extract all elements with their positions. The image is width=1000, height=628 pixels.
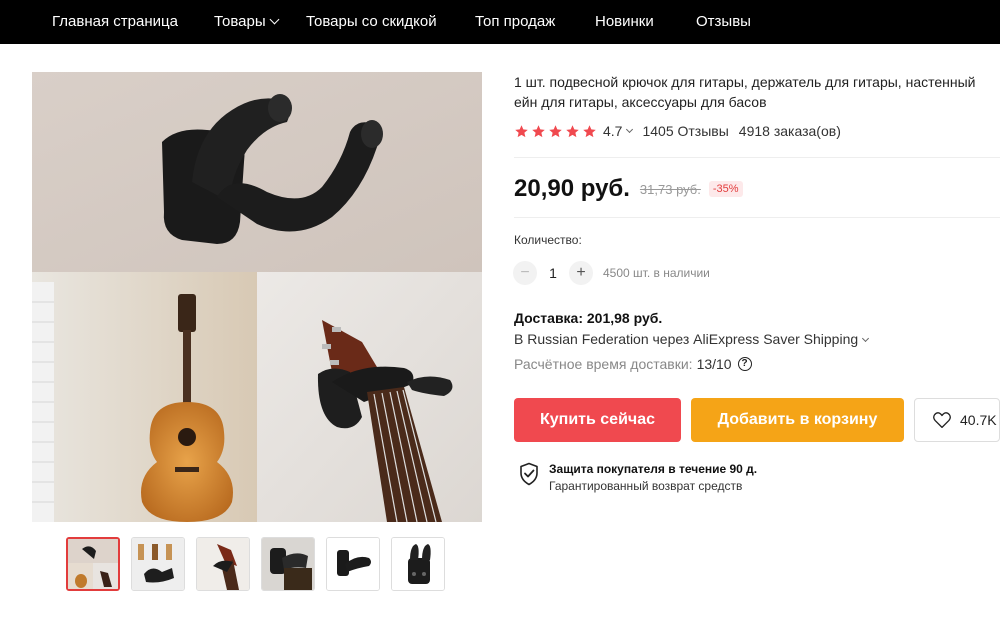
thumbnail-5[interactable] bbox=[326, 537, 380, 591]
orders-count: 4918 заказа(ов) bbox=[738, 123, 841, 139]
star-icon bbox=[532, 124, 545, 137]
delivery-cost: Доставка: 201,98 руб. bbox=[514, 310, 663, 326]
delivery-time-value: 13/10 bbox=[696, 356, 732, 372]
thumbnail-3[interactable] bbox=[196, 537, 250, 591]
thumbnail-1[interactable] bbox=[66, 537, 120, 591]
chevron-down-icon bbox=[862, 334, 870, 343]
delivery-method[interactable]: В Russian Federation через AliExpress Sa… bbox=[514, 331, 870, 347]
nav-discounted[interactable]: Товары со скидкой bbox=[306, 0, 437, 44]
buyer-protection-text: Защита покупателя в течение 90 д. Гарант… bbox=[549, 462, 757, 493]
reviews-count[interactable]: 1405 Отзывы bbox=[642, 123, 728, 139]
product-main-image[interactable] bbox=[32, 72, 482, 522]
help-icon[interactable]: ? bbox=[737, 357, 752, 371]
nav-products-label: Товары bbox=[214, 13, 266, 30]
top-navigation: Главная страница Товары Товары со скидко… bbox=[0, 0, 1000, 44]
quantity-decrease-button[interactable]: − bbox=[513, 261, 537, 285]
buy-now-button[interactable]: Купить сейчас bbox=[514, 398, 681, 442]
quantity-stepper: − 1 + 4500 шт. в наличии bbox=[513, 261, 710, 285]
delivery-method-label: В Russian Federation через AliExpress Sa… bbox=[514, 331, 859, 347]
shield-check-icon bbox=[520, 462, 538, 486]
delivery-time: Расчётное время доставки: 13/10 ? bbox=[514, 356, 752, 372]
heart-icon bbox=[933, 412, 951, 429]
thumbnail-4[interactable] bbox=[261, 537, 315, 591]
thumbnail-image bbox=[262, 538, 314, 590]
buyer-protection-title: Защита покупателя в течение 90 д. bbox=[549, 462, 758, 476]
thumbnail-image bbox=[392, 538, 444, 590]
star-icon bbox=[566, 124, 579, 137]
thumbnail-image bbox=[327, 538, 379, 590]
stock-info: 4500 шт. в наличии bbox=[603, 266, 710, 280]
old-price: 31,73 руб. bbox=[639, 181, 701, 197]
chevron-down-icon bbox=[269, 14, 280, 25]
add-to-cart-button[interactable]: Добавить в корзину bbox=[691, 398, 904, 442]
nav-reviews[interactable]: Отзывы bbox=[696, 0, 751, 44]
divider bbox=[514, 217, 1000, 218]
nav-top-sales[interactable]: Топ продаж bbox=[475, 0, 555, 44]
current-price: 20,90 руб. bbox=[514, 175, 630, 202]
thumbnail-image bbox=[197, 538, 249, 590]
star-icon bbox=[515, 124, 528, 137]
guitar-hanger-photo bbox=[32, 72, 482, 522]
nav-new[interactable]: Новинки bbox=[595, 0, 654, 44]
rating-value[interactable]: 4.7 bbox=[603, 123, 622, 139]
nav-home[interactable]: Главная страница bbox=[52, 0, 178, 44]
divider bbox=[514, 157, 1000, 158]
wishlist-count: 40.7K bbox=[960, 412, 997, 428]
thumbnail-image bbox=[132, 538, 184, 590]
rating-row: 4.7 1405 Отзывы 4918 заказа(ов) bbox=[514, 121, 841, 141]
product-title: 1 шт. подвесной крючок для гитары, держа… bbox=[514, 74, 976, 110]
thumbnail-image bbox=[68, 539, 118, 589]
quantity-increase-button[interactable]: + bbox=[569, 261, 593, 285]
quantity-value[interactable]: 1 bbox=[537, 265, 569, 281]
thumbnail-6[interactable] bbox=[391, 537, 445, 591]
buyer-protection: Защита покупателя в течение 90 д. Гарант… bbox=[519, 462, 757, 493]
quantity-label: Количество: bbox=[514, 233, 582, 247]
thumbnail-2[interactable] bbox=[131, 537, 185, 591]
price-row: 20,90 руб. 31,73 руб. -35% bbox=[514, 172, 743, 206]
nav-products[interactable]: Товары bbox=[214, 0, 280, 44]
delivery-time-label: Расчётное время доставки: bbox=[514, 356, 693, 372]
chevron-down-icon[interactable] bbox=[626, 125, 634, 134]
thumbnail-strip bbox=[66, 537, 445, 591]
buyer-protection-subtitle: Гарантированный возврат средств bbox=[549, 479, 743, 493]
star-icon bbox=[583, 124, 596, 137]
star-icon bbox=[549, 124, 562, 137]
discount-badge: -35% bbox=[708, 181, 743, 197]
rating-stars bbox=[514, 124, 597, 139]
wishlist-button[interactable]: 40.7K bbox=[914, 398, 1000, 442]
